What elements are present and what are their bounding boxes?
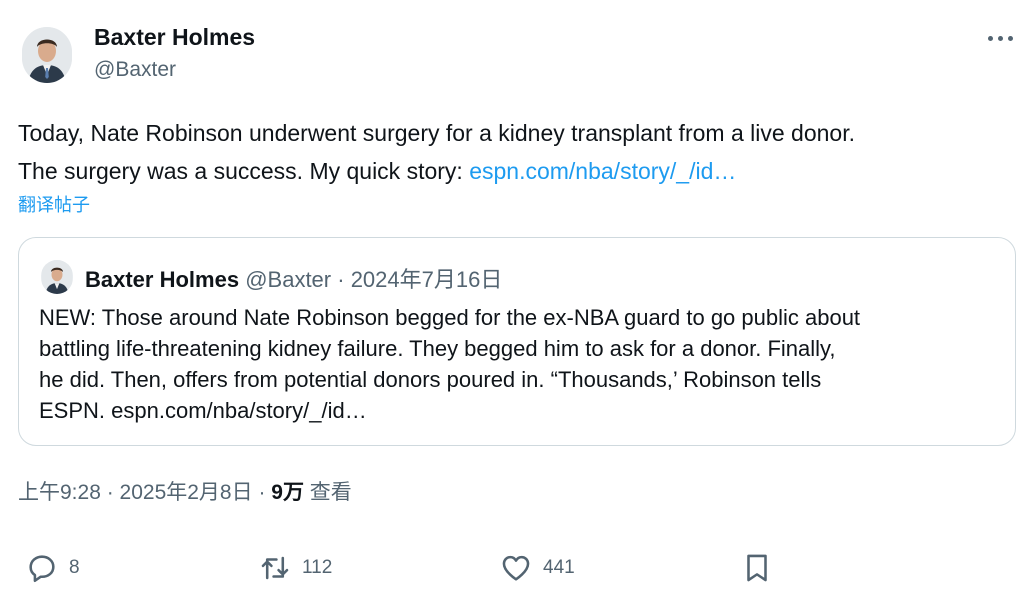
tweet-text-line-2-body: The surgery was a success. My quick stor… bbox=[18, 158, 470, 184]
like-icon bbox=[502, 555, 530, 581]
retweet-icon bbox=[261, 556, 289, 580]
post-timestamp: 上午9:28 · 2025年2月8日 · 9万 查看 bbox=[18, 476, 352, 506]
quote-text-line-2: battling life-threatening kidney failure… bbox=[39, 336, 836, 361]
translate-post-link[interactable]: 翻译帖子 bbox=[18, 191, 90, 217]
bookmark-button[interactable] bbox=[740, 548, 784, 588]
like-count: 441 bbox=[543, 557, 575, 578]
quote-author-handle: @Baxter bbox=[245, 267, 332, 292]
like-button[interactable]: 441 bbox=[499, 548, 575, 588]
retweet-button[interactable]: 112 bbox=[258, 548, 332, 588]
quote-text-line-3: he did. Then, offers from potential dono… bbox=[39, 367, 822, 392]
tweet-text-line-2: The surgery was a success. My quick stor… bbox=[18, 152, 1018, 190]
bookmark-icon bbox=[747, 554, 767, 582]
quote-text-line-4: ESPN. espn.com/nba/story/_/id… bbox=[39, 398, 367, 423]
quote-author-name: Baxter Holmes bbox=[85, 267, 240, 292]
post-time-date[interactable]: 上午9:28 · 2025年2月8日 · bbox=[18, 481, 271, 504]
views-count: 9万 bbox=[271, 481, 304, 504]
quote-header: Baxter Holmes @Baxter · 2024年7月16日 bbox=[85, 262, 502, 294]
reply-button[interactable]: 8 bbox=[25, 548, 80, 588]
reply-icon bbox=[29, 555, 55, 583]
quote-text: NEW: Those around Nate Robinson begged f… bbox=[39, 302, 999, 426]
quote-text-line-1: NEW: Those around Nate Robinson begged f… bbox=[39, 305, 861, 330]
quoted-tweet[interactable]: Baxter Holmes @Baxter · 2024年7月16日 NEW: … bbox=[18, 237, 1016, 446]
author-name[interactable]: Baxter Holmes bbox=[94, 24, 255, 51]
quote-date: 2024年7月16日 bbox=[350, 267, 503, 292]
quote-separator: · bbox=[331, 267, 351, 292]
action-bar: 8 112 441 bbox=[0, 548, 1032, 588]
more-icon[interactable] bbox=[986, 30, 1016, 46]
story-link[interactable]: espn.com/nba/story/_/id… bbox=[469, 158, 736, 184]
quote-author-avatar bbox=[41, 260, 73, 294]
tweet-text-line-1: Today, Nate Robinson underwent surgery f… bbox=[18, 120, 855, 146]
reply-count: 8 bbox=[69, 557, 80, 578]
author-avatar[interactable] bbox=[22, 27, 72, 83]
tweet-text: Today, Nate Robinson underwent surgery f… bbox=[18, 114, 1018, 190]
retweet-count: 112 bbox=[302, 557, 333, 578]
views-label: 查看 bbox=[303, 481, 352, 504]
author-handle[interactable]: @Baxter bbox=[94, 58, 176, 82]
